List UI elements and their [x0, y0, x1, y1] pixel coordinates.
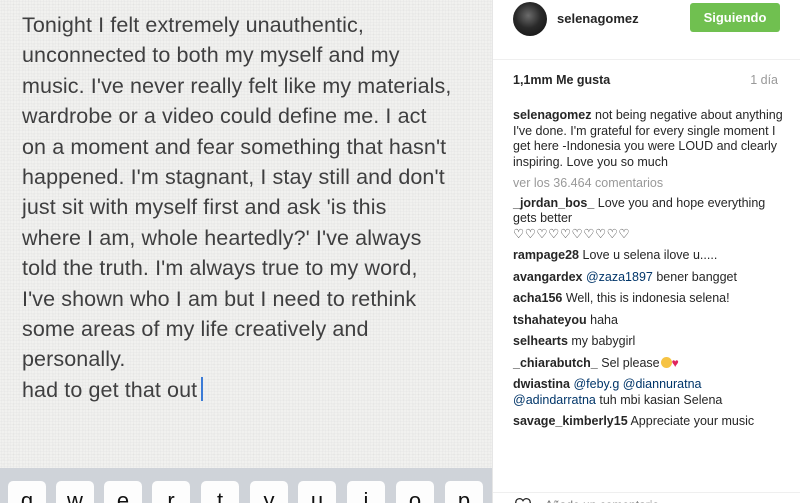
comment-username[interactable]: dwiastina — [513, 377, 570, 391]
note-line: unconnected to both my myself and my — [22, 43, 400, 68]
comment-item: acha156 Well, this is indonesia selena! — [513, 291, 785, 307]
comment-item: tshahateyou haha — [513, 313, 785, 329]
likes-count[interactable]: 1,1mm Me gusta — [513, 73, 610, 87]
comment-item: _jordan_bos_ Love you and hope everythin… — [513, 196, 785, 243]
note-line: I've shown who I am but I need to rethin… — [22, 286, 417, 311]
avatar[interactable] — [513, 2, 547, 36]
text-caret — [201, 376, 204, 401]
note-line: Tonight I felt extremely unauthentic, — [22, 13, 364, 37]
comment-item: savage_kimberly15 Appreciate your music — [513, 414, 785, 430]
comment-username[interactable]: avangardex — [513, 270, 582, 284]
note-line: told the truth. I'm always true to my wo… — [22, 256, 418, 281]
comment-text: Sel please — [597, 355, 660, 370]
comment-text: Love u selena ilove u..... — [579, 248, 718, 262]
note-line: personally. — [22, 347, 126, 372]
comment-username[interactable]: _jordan_bos_ — [513, 196, 594, 210]
key-r: r — [152, 481, 190, 503]
post-header: selenagomez Siguiendo — [493, 0, 800, 60]
comment-item: _chiarabutch_ Sel please ♥ — [513, 356, 785, 372]
post-photo: Tonight I felt extremely unauthentic, un… — [0, 0, 492, 503]
comment-mention[interactable]: @feby.g — [573, 377, 619, 391]
comment-username[interactable]: _chiarabutch_ — [513, 356, 598, 370]
sad-face-emoji-icon — [660, 356, 672, 368]
key-u: u — [298, 481, 336, 503]
comment-mention[interactable]: @zaza1897 — [586, 270, 653, 284]
notes-text: Tonight I felt extremely unauthentic, un… — [22, 10, 482, 405]
post-sidebar: selenagomez Siguiendo 1,1mm Me gusta 1 d… — [492, 0, 800, 503]
comment-text: my babygirl — [567, 334, 636, 348]
heart-outline-icon[interactable] — [513, 497, 533, 503]
profile-username[interactable]: selenagomez — [557, 11, 639, 26]
comment-username[interactable]: selhearts — [513, 334, 568, 348]
following-button[interactable]: Siguiendo — [690, 3, 780, 32]
key-t: t — [201, 481, 239, 503]
comment-text: Well, this is indonesia selena! — [562, 291, 730, 305]
comments-list: selenagomez not being negative about any… — [513, 108, 785, 430]
note-line-last: had to get that out — [22, 375, 482, 405]
key-o: o — [396, 481, 434, 503]
comment-username[interactable]: savage_kimberly15 — [513, 414, 628, 428]
note-line: just sit with myself first and ask 'is t… — [22, 195, 387, 220]
comment-username[interactable]: selenagomez — [513, 108, 592, 122]
comment-username[interactable]: tshahateyou — [513, 313, 587, 327]
caption: selenagomez not being negative about any… — [513, 108, 785, 170]
view-all-comments-link[interactable]: ver los 36.464 comentarios — [513, 176, 785, 192]
key-p: p — [445, 481, 483, 503]
note-line-text: had to get that out — [22, 377, 198, 402]
note-line: wardrobe or a video could define me. I a… — [22, 104, 427, 129]
comment-text: Appreciate your music — [627, 414, 755, 428]
add-comment-bar — [493, 492, 800, 503]
add-comment-input[interactable] — [545, 498, 745, 503]
comment-text: bener bangget — [652, 269, 737, 284]
comment-item: dwiastina @feby.g @diannuratna @adindarr… — [513, 377, 785, 408]
note-line: music. I've never really felt like my ma… — [22, 73, 452, 98]
comment-username[interactable]: rampage28 — [513, 248, 579, 262]
comment-item: rampage28 Love u selena ilove u..... — [513, 248, 785, 264]
comment-item: avangardex @zaza1897 bener bangget — [513, 270, 785, 286]
key-e: e — [104, 481, 142, 503]
keyboard: q w e r t y u i o p — [0, 468, 492, 503]
note-line: happened. I'm stagnant, I stay still and… — [22, 165, 445, 190]
post-time[interactable]: 1 día — [750, 73, 778, 87]
key-y: y — [250, 481, 288, 503]
comment-mention[interactable]: @adindarratna — [513, 393, 596, 407]
comment-mention[interactable]: @diannuratna — [623, 377, 702, 391]
red-heart-emoji-icon: ♥ — [671, 355, 679, 370]
comment-text: haha — [586, 312, 618, 327]
key-q: q — [8, 481, 46, 503]
key-w: w — [56, 481, 94, 503]
comment-text: tuh mbi kasian Selena — [595, 392, 723, 407]
comment-hearts: ♡♡♡♡♡♡♡♡♡♡ — [513, 226, 631, 241]
key-i: i — [347, 481, 385, 503]
comment-username[interactable]: acha156 — [513, 291, 562, 305]
comment-item: selhearts my babygirl — [513, 334, 785, 350]
note-line: where I am, whole heartedly?' I've alway… — [22, 225, 422, 250]
note-line: some areas of my life creatively and — [22, 317, 369, 342]
note-line: on a moment and fear something that hasn… — [22, 134, 447, 159]
